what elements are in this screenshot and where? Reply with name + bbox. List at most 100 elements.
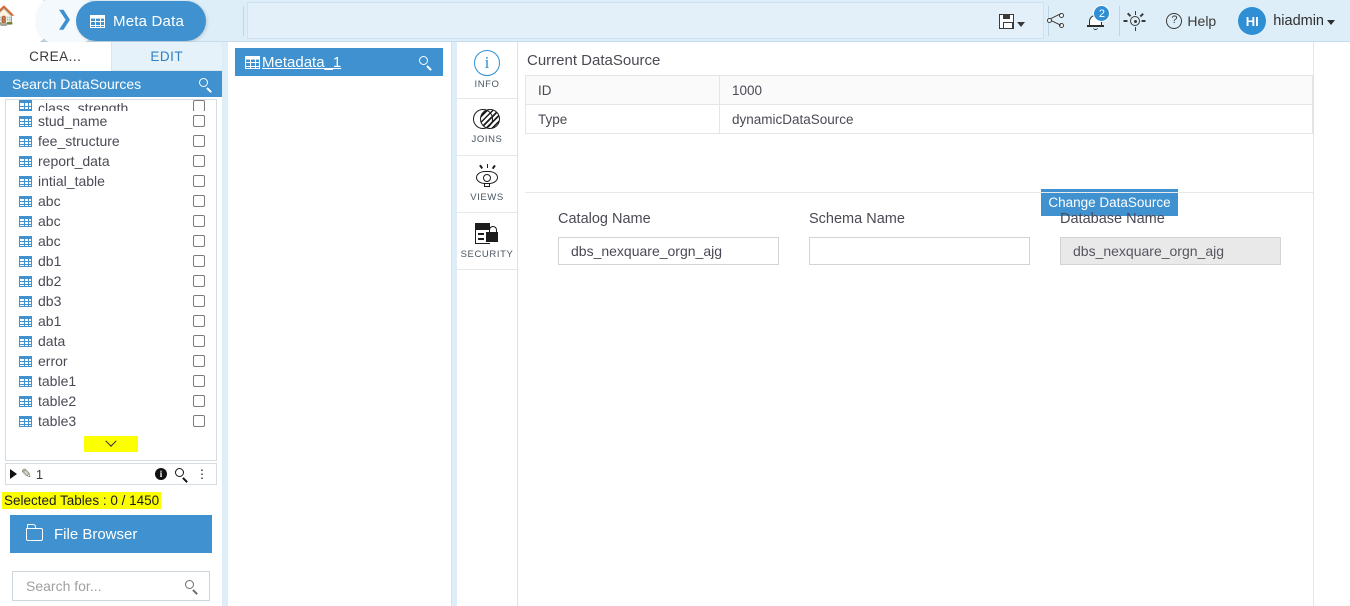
list-item-checkbox[interactable] [193, 335, 205, 347]
list-item[interactable]: abc [6, 191, 216, 211]
list-item-checkbox[interactable] [193, 315, 205, 327]
table-row: ID 1000 [525, 75, 1313, 105]
list-item-checkbox[interactable] [193, 235, 205, 247]
list-item[interactable]: table2 [6, 391, 216, 411]
rail-item-views[interactable]: VIEWS [457, 156, 517, 213]
top-header: 🏠 ❯ Meta Data 2 ? Help HI hiadmin [0, 0, 1350, 46]
list-item[interactable]: report_data [6, 151, 216, 171]
list-item-label: table1 [38, 373, 77, 389]
list-item-label: error [38, 353, 68, 369]
rail-item-security[interactable]: SECURITY [457, 213, 517, 270]
table-grid-icon [19, 195, 32, 207]
header-toolbar: 2 ? Help HI hiadmin [988, 0, 1346, 42]
list-item-label: class_strength [38, 100, 129, 111]
list-item[interactable]: abc [6, 211, 216, 231]
list-item-checkbox[interactable] [193, 175, 205, 187]
table-grid-icon [19, 235, 32, 247]
list-item[interactable]: stud_name [6, 111, 216, 131]
metadata-tab[interactable]: Metadata_1 [235, 48, 443, 76]
table-grid-icon [19, 155, 32, 167]
list-item-label: ab1 [38, 313, 62, 329]
list-item[interactable]: fee_structure [6, 131, 216, 151]
tab-edit-label: EDIT [150, 48, 184, 64]
selected-tables-label: Selected Tables : 0 / 1450 [2, 491, 162, 509]
datasource-table-list[interactable]: class_strength stud_name fee_structurerepo… [5, 99, 217, 461]
list-item-checkbox[interactable] [193, 415, 205, 427]
info-circle-icon: i [474, 50, 500, 76]
search-icon[interactable] [199, 77, 212, 93]
list-item[interactable]: intial_table [6, 171, 216, 191]
sidebar-search-box[interactable] [12, 571, 210, 601]
chevron-down-icon[interactable] [84, 436, 138, 452]
list-item[interactable]: error [6, 351, 216, 371]
list-item-label: db2 [38, 273, 62, 289]
datasource-info-table: ID 1000 Type dynamicDataSource [525, 75, 1313, 134]
table-grid-icon [19, 255, 32, 267]
server-lock-icon [473, 222, 501, 246]
list-item[interactable]: db1 [6, 251, 216, 271]
list-item-label: intial_table [38, 173, 105, 189]
list-item-checkbox[interactable] [193, 195, 205, 207]
list-item-checkbox[interactable] [193, 115, 205, 127]
list-item-checkbox[interactable] [193, 355, 205, 367]
breadcrumb-meta-data[interactable]: Meta Data [76, 1, 206, 41]
list-item-checkbox[interactable] [193, 100, 205, 111]
list-item[interactable]: ab1 [6, 311, 216, 331]
sidebar-tabs: CREA... EDIT [0, 42, 222, 71]
search-icon[interactable] [419, 55, 432, 71]
rail-item-info[interactable]: i INFO [457, 42, 517, 99]
help-button[interactable]: ? Help [1155, 0, 1227, 42]
table-grid-icon [19, 335, 32, 347]
main-content-panel: Current DataSource ID 1000 Type dynamicData… [518, 42, 1314, 606]
caret-down-icon [1327, 20, 1335, 25]
info-icon[interactable]: i [155, 468, 167, 480]
tab-create[interactable]: CREA... [0, 42, 111, 71]
schema-name-input[interactable] [809, 237, 1030, 265]
save-button[interactable] [988, 0, 1036, 42]
list-item-label: table3 [38, 413, 77, 429]
list-item-label: data [38, 333, 66, 349]
search-icon[interactable] [185, 579, 198, 595]
list-item-label: report_data [38, 153, 110, 169]
list-item-checkbox[interactable] [193, 135, 205, 147]
list-item[interactable]: data [6, 331, 216, 351]
search-input[interactable] [24, 577, 174, 595]
list-item-checkbox[interactable] [193, 375, 205, 387]
kebab-menu-icon[interactable]: ⋮ [196, 468, 208, 480]
list-item[interactable]: db2 [6, 271, 216, 291]
database-name-input [1060, 237, 1281, 265]
search-datasources-header[interactable]: Search DataSources [0, 71, 222, 97]
list-item[interactable]: table1 [6, 371, 216, 391]
list-item-checkbox[interactable] [193, 255, 205, 267]
list-item[interactable]: table3 [6, 411, 216, 431]
play-icon[interactable] [10, 469, 17, 479]
list-item-checkbox[interactable] [193, 295, 205, 307]
list-item[interactable]: abc [6, 231, 216, 251]
list-item-checkbox[interactable] [193, 275, 205, 287]
list-item[interactable]: db3 [6, 291, 216, 311]
rail-item-joins[interactable]: JOINS [457, 99, 517, 156]
tab-edit[interactable]: EDIT [110, 42, 222, 71]
file-browser-button[interactable]: File Browser [10, 515, 212, 553]
list-item-checkbox[interactable] [193, 395, 205, 407]
table-grid-icon [19, 315, 32, 327]
ideas-button[interactable] [1115, 0, 1155, 42]
user-menu[interactable]: HI hiadmin [1227, 0, 1346, 42]
list-item-label: abc [38, 193, 61, 209]
breadcrumb-label: Meta Data [113, 12, 184, 30]
pencil-icon[interactable]: ✎ [21, 466, 32, 482]
notifications-button[interactable]: 2 [1076, 0, 1115, 42]
search-icon[interactable] [175, 467, 188, 483]
page-title: Current DataSource [527, 52, 661, 69]
list-item[interactable]: class_strength [6, 100, 216, 111]
share-button[interactable] [1036, 0, 1076, 42]
header-divider-left [243, 6, 244, 36]
list-item-checkbox[interactable] [193, 215, 205, 227]
schema-name-label: Schema Name [809, 211, 905, 227]
table-cell-key: Type [525, 104, 720, 134]
rail-item-joins-label: JOINS [471, 134, 503, 145]
database-name-field: Database Name [1060, 211, 1308, 265]
list-item-checkbox[interactable] [193, 155, 205, 167]
catalog-name-input[interactable] [558, 237, 779, 265]
table-grid-icon [19, 175, 32, 187]
